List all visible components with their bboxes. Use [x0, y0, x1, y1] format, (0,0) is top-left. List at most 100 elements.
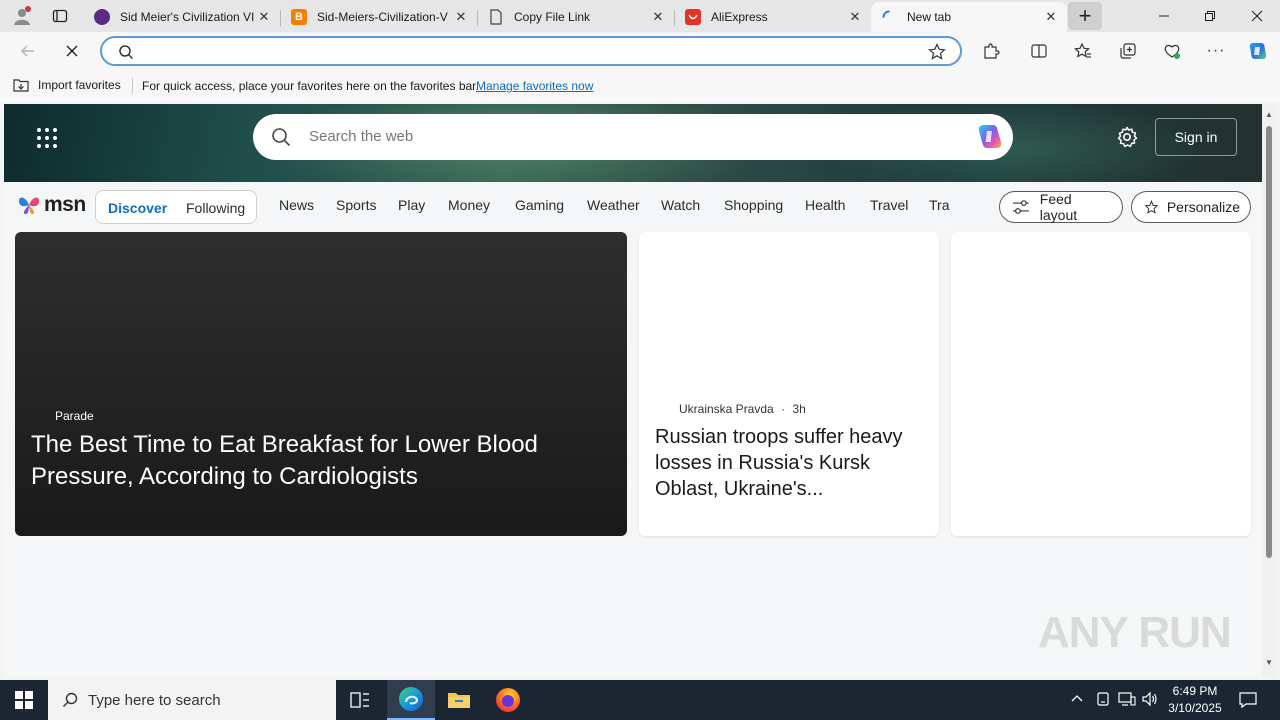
- folder-icon: [448, 693, 470, 708]
- taskbar-edge[interactable]: [387, 680, 435, 720]
- taskbar-firefox[interactable]: [484, 680, 532, 720]
- star-icon[interactable]: [928, 43, 946, 61]
- personalize-label: Personalize: [1166, 199, 1240, 215]
- news-card-featured[interactable]: Parade The Best Time to Eat Breakfast fo…: [15, 232, 627, 536]
- extensions-button[interactable]: [974, 35, 1008, 67]
- close-icon[interactable]: ✕: [256, 9, 272, 25]
- feed-layout-button[interactable]: Feed layout: [999, 191, 1123, 223]
- tab-title: Sid Meier's Civilization VI: [120, 10, 255, 24]
- taskbar-search-placeholder: Type here to search: [88, 691, 221, 709]
- search-icon: [119, 45, 134, 60]
- settings-more-button[interactable]: ···: [1199, 35, 1233, 67]
- profile-button[interactable]: [2, 0, 42, 32]
- collections-button[interactable]: [1111, 35, 1145, 67]
- copilot-icon[interactable]: [975, 123, 1005, 151]
- watermark-text: ANY RUN: [1038, 608, 1232, 657]
- tab-new-tab[interactable]: New tab ✕: [871, 2, 1067, 32]
- sign-in-button[interactable]: Sign in: [1155, 118, 1237, 156]
- close-icon[interactable]: ✕: [1043, 9, 1059, 25]
- import-favorites-button[interactable]: Import favorites: [12, 77, 121, 93]
- split-screen-icon: [1031, 44, 1047, 58]
- minimize-icon: [1159, 15, 1169, 17]
- tab-aliexpress[interactable]: AliExpress ✕: [675, 2, 871, 32]
- copilot-button[interactable]: [1241, 35, 1275, 67]
- document-icon: [488, 9, 504, 25]
- profile-icon: [14, 6, 31, 25]
- web-search-box[interactable]: Search the web: [253, 114, 1013, 160]
- close-icon[interactable]: ✕: [847, 9, 863, 25]
- chevron-up-icon: [1071, 695, 1083, 702]
- task-view-button[interactable]: [336, 680, 384, 720]
- browser-essentials-button[interactable]: [1155, 35, 1189, 67]
- search-icon: [63, 692, 78, 707]
- meta-dot: ·: [781, 402, 786, 416]
- news-card-empty[interactable]: [951, 232, 1251, 536]
- tray-network-button[interactable]: [1118, 691, 1136, 712]
- heart-pulse-icon: [1164, 44, 1180, 59]
- nav-traffic[interactable]: Tra: [929, 197, 949, 213]
- nav-play[interactable]: Play: [398, 197, 425, 213]
- page-scrollbar[interactable]: ▲ ▼: [1262, 104, 1276, 676]
- manage-favorites-link[interactable]: Manage favorites now: [476, 79, 593, 93]
- card-headline: The Best Time to Eat Breakfast for Lower…: [31, 431, 538, 490]
- close-icon: [66, 45, 78, 57]
- close-icon[interactable]: ✕: [453, 9, 469, 25]
- nav-news[interactable]: News: [279, 197, 314, 213]
- import-favorites-label: Import favorites: [38, 78, 121, 92]
- close-icon[interactable]: ✕: [650, 9, 666, 25]
- news-card[interactable]: Ukrainska Pravda · 3h Russian troops suf…: [639, 232, 939, 536]
- speaker-icon: [1142, 691, 1157, 707]
- address-bar[interactable]: [100, 36, 962, 66]
- favorites-message: For quick access, place your favorites h…: [142, 79, 479, 93]
- nav-gaming[interactable]: Gaming: [515, 197, 564, 213]
- minimize-button[interactable]: [1141, 0, 1187, 32]
- clock-date: 3/10/2025: [1168, 701, 1222, 715]
- notifications-button[interactable]: [1238, 690, 1258, 715]
- nav-health[interactable]: Health: [805, 197, 845, 213]
- restore-icon: [1205, 11, 1215, 21]
- search-icon: [272, 128, 291, 147]
- start-button[interactable]: [0, 680, 48, 720]
- close-icon: [1251, 10, 1263, 22]
- more-icon: ···: [1206, 42, 1226, 59]
- nav-travel[interactable]: Travel: [870, 197, 908, 213]
- tab-title: AliExpress: [711, 10, 768, 24]
- tab-blogger[interactable]: B Sid-Meiers-Civilization-V ✕: [281, 2, 478, 32]
- nav-shopping[interactable]: Shopping: [724, 197, 783, 213]
- scroll-thumb[interactable]: [1266, 126, 1272, 558]
- scroll-up-arrow[interactable]: ▲: [1265, 110, 1273, 119]
- tab-actions-button[interactable]: [40, 0, 80, 32]
- favorites-star-icon: [1074, 42, 1091, 58]
- taskbar-search-box[interactable]: Type here to search: [48, 680, 336, 720]
- split-screen-button[interactable]: [1022, 35, 1056, 67]
- windows-logo-icon: [15, 691, 33, 709]
- favorites-button[interactable]: [1066, 35, 1100, 67]
- tab-civilization[interactable]: Sid Meier's Civilization VI ✕: [84, 2, 281, 32]
- scroll-down-arrow[interactable]: ▼: [1265, 658, 1273, 667]
- show-hidden-icons-button[interactable]: [1070, 692, 1084, 711]
- task-view-icon: [350, 692, 369, 708]
- back-button[interactable]: [11, 35, 45, 67]
- personalize-button[interactable]: Personalize: [1131, 191, 1251, 223]
- tray-device-button[interactable]: [1095, 691, 1111, 712]
- tab-title: Sid-Meiers-Civilization-V: [317, 10, 448, 24]
- tray-volume-button[interactable]: [1141, 691, 1159, 712]
- sliders-icon: [1012, 200, 1029, 214]
- nav-sports[interactable]: Sports: [336, 197, 376, 213]
- tab-copy-file-link[interactable]: Copy File Link ✕: [478, 2, 675, 32]
- card-meta: Ukrainska Pravda · 3h: [679, 402, 806, 416]
- nav-weather[interactable]: Weather: [587, 197, 640, 213]
- apps-launcher-button[interactable]: [36, 127, 58, 149]
- page-settings-button[interactable]: [1116, 126, 1138, 153]
- tab-actions-icon: [52, 9, 68, 23]
- new-tab-button[interactable]: +: [1068, 2, 1102, 30]
- clock-time: 6:49 PM: [1172, 684, 1218, 698]
- stop-button[interactable]: [55, 35, 89, 67]
- close-window-button[interactable]: [1234, 0, 1280, 32]
- taskbar-clock[interactable]: 6:49 PM 3/10/2025: [1162, 683, 1228, 717]
- nav-watch[interactable]: Watch: [661, 197, 700, 213]
- nav-money[interactable]: Money: [448, 197, 490, 213]
- device-icon: [1097, 692, 1109, 706]
- taskbar-file-explorer[interactable]: [435, 680, 483, 720]
- restore-button[interactable]: [1187, 0, 1233, 32]
